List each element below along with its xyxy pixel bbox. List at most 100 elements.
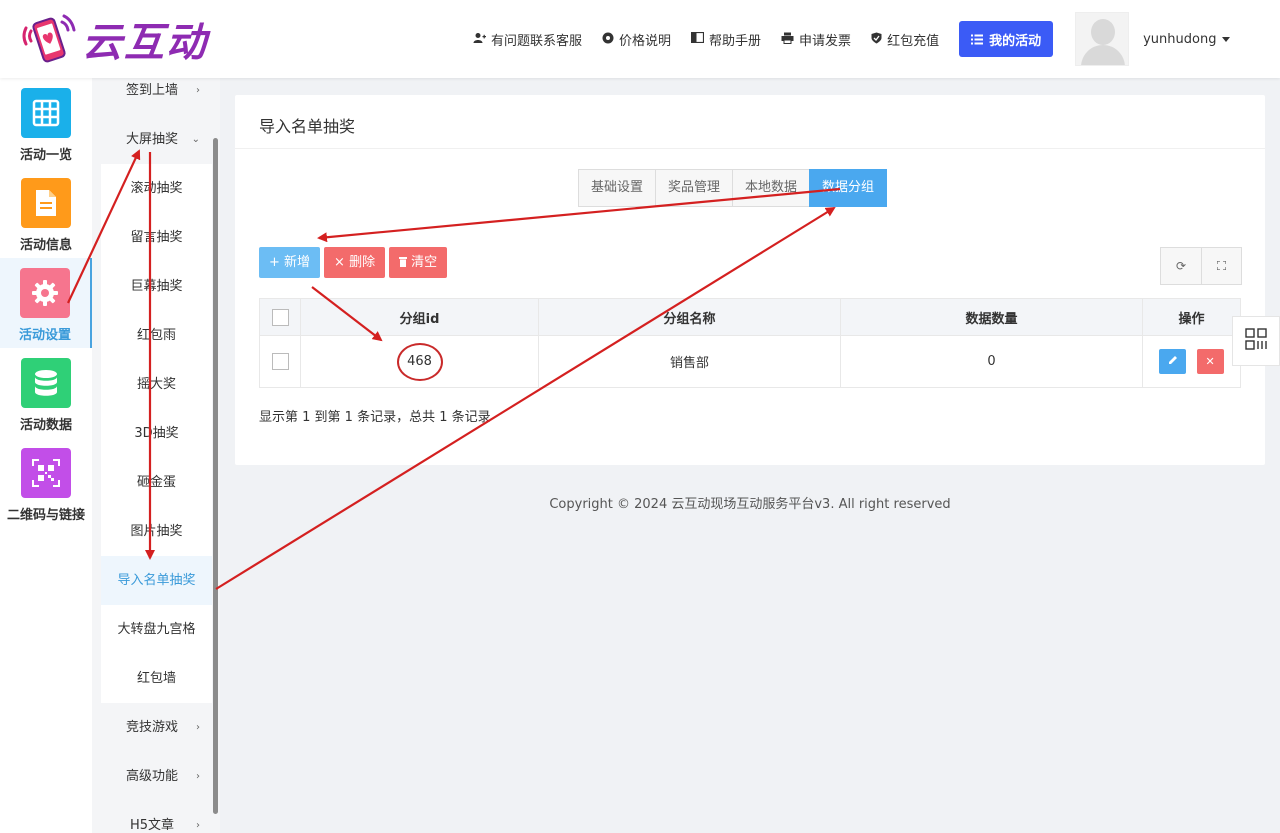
cog-icon — [602, 32, 614, 47]
tab-data-groups[interactable]: 数据分组 — [809, 169, 888, 207]
submenu-item-competitive-games[interactable]: 竞技游戏 › — [92, 703, 212, 752]
submenu-label: 3D抽奖 — [134, 426, 179, 441]
submenu-item-rolling-lottery[interactable]: 滚动抽奖 — [101, 164, 212, 213]
refresh-icon: ⟳ — [1175, 259, 1187, 273]
sidebar-item-label: 活动设置 — [18, 328, 71, 343]
row-select-cell — [259, 335, 301, 388]
submenu-label: 大屏抽奖 — [125, 132, 178, 147]
delete-button[interactable]: × 删除 — [324, 247, 386, 278]
group-id-value: 468 — [396, 342, 443, 381]
recharge-label: 红包充值 — [887, 33, 940, 49]
close-icon: × — [334, 255, 350, 270]
add-label: 新增 — [284, 255, 311, 270]
avatar[interactable] — [1075, 12, 1130, 66]
user-menu[interactable]: yunhudong — [1143, 31, 1231, 47]
add-button[interactable]: + 新增 — [259, 247, 321, 278]
chevron-down-icon: ⌄ — [191, 134, 200, 145]
tab-prize-management[interactable]: 奖品管理 — [655, 169, 733, 207]
column-header-group-id[interactable]: 分组id — [300, 298, 539, 336]
pagination-info: 显示第 1 到第 1 条记录，总共 1 条记录 — [259, 410, 491, 425]
refresh-button[interactable]: ⟳ — [1160, 247, 1201, 285]
sidebar-item-label: 活动信息 — [19, 238, 72, 253]
submenu-item-big-screen-lottery[interactable]: 大屏抽奖 ⌄ — [92, 115, 212, 164]
submenu-label: 签到上墙 — [125, 83, 178, 98]
submenu-label: 滚动抽奖 — [130, 181, 183, 196]
my-activity-button[interactable]: 我的活动 — [959, 21, 1054, 57]
submenu-item-giant-screen-lottery[interactable]: 巨幕抽奖 — [101, 262, 212, 311]
pricing-link[interactable]: 价格说明 — [602, 30, 671, 49]
data-count-cell: 0 — [840, 335, 1143, 388]
list-icon — [971, 34, 984, 45]
shield-check-icon — [871, 32, 882, 47]
submenu-item-import-list-lottery[interactable]: 导入名单抽奖 — [101, 556, 212, 605]
column-header-group-name[interactable]: 分组名称 — [538, 298, 841, 336]
sidebar-item-label: 活动数据 — [19, 418, 72, 433]
submenu-item-3d-lottery[interactable]: 3D抽奖 — [101, 409, 212, 458]
column-header-actions: 操作 — [1142, 298, 1241, 336]
table-row: 468 销售部 0 ✕ — [259, 335, 1241, 388]
remove-button[interactable]: ✕ — [1196, 349, 1224, 374]
sidebar-item-activity-data[interactable]: 活动数据 — [0, 348, 92, 438]
pricing-label: 价格说明 — [619, 33, 672, 49]
submenu-item-red-packet-rain[interactable]: 红包雨 — [101, 311, 212, 360]
help-label: 帮助手册 — [709, 33, 762, 49]
floating-qrcode-button[interactable] — [1232, 316, 1280, 366]
column-header-data-count[interactable]: 数据数量 — [840, 298, 1143, 336]
username: yunhudong — [1143, 31, 1217, 47]
submenu-item-advanced[interactable]: 高级功能 › — [92, 752, 212, 801]
submenu-label: 导入名单抽奖 — [117, 573, 196, 588]
submenu-item-golden-egg[interactable]: 砸金蛋 — [101, 458, 212, 507]
chevron-right-icon: › — [196, 85, 200, 96]
toolbar: + 新增 × 删除 清空 — [259, 247, 451, 278]
grid-icon — [21, 88, 71, 138]
submenu-item-image-lottery[interactable]: 图片抽奖 — [101, 507, 212, 556]
help-link[interactable]: 帮助手册 — [690, 30, 762, 49]
content-panel: 导入名单抽奖 基础设置 奖品管理 本地数据 数据分组 + 新增 × 删除 清空 … — [235, 95, 1265, 465]
sidebar-item-activity-settings[interactable]: 活动设置 — [0, 258, 92, 348]
select-all-cell — [259, 298, 301, 336]
sidebar-item-activity-info[interactable]: 活动信息 — [0, 168, 92, 258]
submenu: 签到上墙 › 大屏抽奖 ⌄ 滚动抽奖 留言抽奖 巨幕抽奖 红包雨 摇大奖 3D抽奖 … — [92, 78, 220, 833]
phone-logo-icon — [22, 14, 76, 63]
header: 云互动 有问题联系客服 价格说明 帮助手册 申请发票 红包充值 我的活动 yun… — [0, 0, 1280, 78]
edit-button[interactable] — [1159, 349, 1187, 374]
table-tools: ⟳ — [1160, 247, 1242, 285]
logo[interactable]: 云互动 — [20, 8, 208, 70]
recharge-link[interactable]: 红包充值 — [871, 30, 939, 49]
submenu-label: 砸金蛋 — [136, 475, 176, 490]
delete-label: 删除 — [349, 255, 376, 270]
invoice-link[interactable]: 申请发票 — [781, 30, 851, 49]
my-activity-label: 我的活动 — [989, 33, 1042, 49]
gear-icon — [20, 268, 70, 318]
top-nav: 有问题联系客服 价格说明 帮助手册 申请发票 红包充值 我的活动 yunhudo… — [473, 0, 1231, 78]
invoice-label: 申请发票 — [799, 33, 852, 49]
submenu-item-red-packet-wall[interactable]: 红包墙 — [101, 654, 212, 703]
close-icon: ✕ — [1205, 355, 1215, 368]
database-icon — [21, 358, 71, 408]
submenu-item-h5-article[interactable]: H5文章 › — [92, 801, 212, 833]
group-name-cell: 销售部 — [538, 335, 841, 388]
submenu-label: 高级功能 — [125, 769, 178, 784]
fullscreen-icon — [1216, 259, 1227, 273]
submenu-item-checkin-wall[interactable]: 签到上墙 › — [92, 78, 212, 115]
tab-local-data[interactable]: 本地数据 — [732, 169, 810, 207]
sidebar-item-qrcode[interactable]: 二维码与链接 — [0, 438, 92, 528]
submenu-label: 巨幕抽奖 — [130, 279, 183, 294]
pencil-icon — [1168, 355, 1178, 368]
tab-basic-settings[interactable]: 基础设置 — [578, 169, 656, 207]
submenu-scrollbar[interactable] — [213, 138, 218, 814]
support-link[interactable]: 有问题联系客服 — [473, 30, 582, 49]
row-checkbox[interactable] — [271, 353, 289, 370]
sidebar-item-label: 活动一览 — [19, 148, 72, 163]
sidebar-item-activity-overview[interactable]: 活动一览 — [0, 78, 92, 168]
trash-icon — [399, 248, 408, 279]
select-all-checkbox[interactable] — [271, 308, 289, 326]
submenu-item-message-lottery[interactable]: 留言抽奖 — [101, 213, 212, 262]
fullscreen-button[interactable] — [1201, 247, 1242, 285]
clear-button[interactable]: 清空 — [389, 247, 448, 279]
submenu-item-shake-prize[interactable]: 摇大奖 — [101, 360, 212, 409]
plus-icon: + — [269, 255, 285, 270]
submenu-item-wheel-grid[interactable]: 大转盘九宫格 — [101, 605, 212, 654]
group-id-cell: 468 — [300, 335, 539, 388]
brand-name: 云互动 — [82, 20, 208, 66]
